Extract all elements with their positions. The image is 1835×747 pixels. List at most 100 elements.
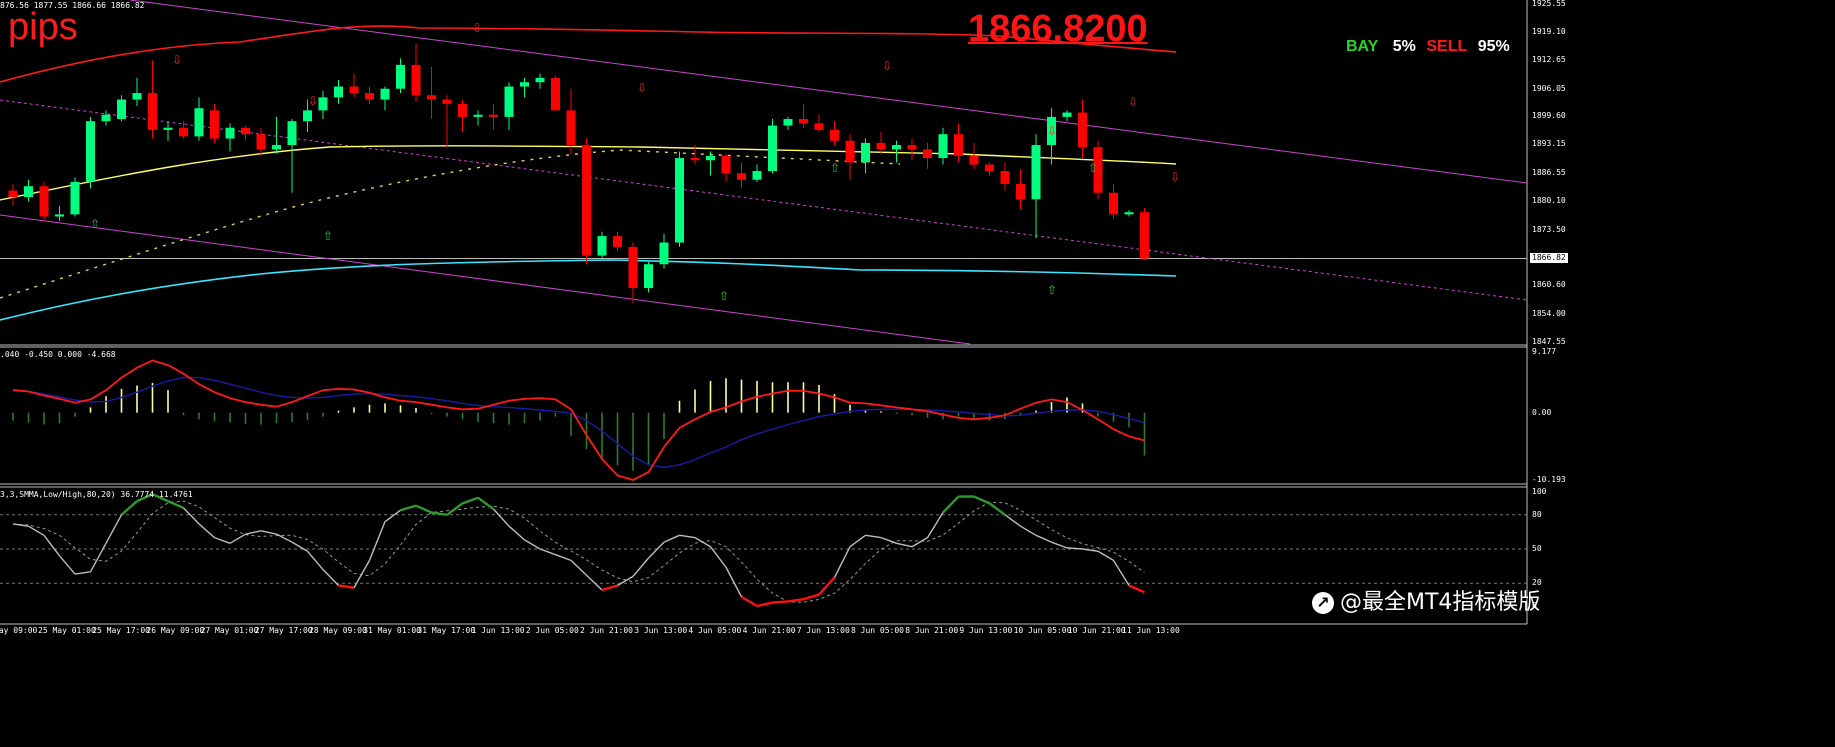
stochastic-main-segment: [400, 504, 417, 512]
stochastic-main-segment: [58, 555, 76, 575]
stochastic-main-segment: [1097, 550, 1114, 562]
candle-body: [1140, 212, 1149, 259]
price-tick-label: 1880.10: [1532, 195, 1566, 205]
stochastic-main-segment: [725, 566, 743, 598]
candle-body: [1124, 212, 1134, 215]
price-tick-label: 1906.05: [1532, 83, 1566, 93]
stochastic-main-segment: [74, 571, 91, 575]
stochastic-main-segment: [1082, 548, 1099, 552]
candle-body: [985, 164, 994, 172]
candle-body: [690, 158, 700, 161]
stochastic-main-segment: [911, 536, 928, 548]
candle: [117, 95, 126, 122]
candle: [86, 116, 95, 189]
stochastic-main-segment: [679, 534, 696, 539]
candle: [504, 82, 514, 130]
date-tick-label: May 09:00: [0, 626, 38, 635]
date-tick-label: 8 Jun 05:00: [851, 626, 904, 635]
candle: [380, 86, 390, 111]
candle: [876, 132, 886, 154]
candle-body: [830, 129, 839, 141]
date-tick-label: 8 Jun 21:00: [905, 626, 959, 635]
stochastic-main-segment: [772, 600, 789, 604]
price-tick-label: 1912.65: [1532, 54, 1566, 64]
candle-body: [210, 110, 219, 139]
stochastic-main-segment: [586, 574, 603, 591]
candle: [272, 116, 281, 154]
stochastic-tick-label: 100: [1532, 487, 1547, 496]
candle: [938, 127, 948, 165]
candle-body: [783, 119, 793, 126]
date-tick-label: 31 May 01:00: [363, 626, 421, 635]
candle: [659, 233, 669, 269]
candle: [566, 88, 576, 154]
date-tick-label: 27 May 17:00: [254, 626, 313, 635]
candle-body: [582, 145, 591, 256]
price-tick-label: 1847.55: [1532, 337, 1566, 346]
date-tick-label: 4 Jun 21:00: [742, 626, 796, 635]
candle: [132, 77, 142, 107]
stochastic-panel: [0, 493, 1527, 608]
candle: [148, 60, 157, 139]
macd-label: .040 -0.450 0.000 -4.668: [0, 350, 116, 359]
up-arrow-icon: ⇧: [323, 229, 333, 243]
macd-tick-label: 9.177: [1532, 347, 1557, 356]
candle-body: [287, 121, 297, 146]
stochastic-main-segment: [942, 495, 960, 514]
pips-label: pips: [8, 6, 78, 48]
stochastic-main-segment: [926, 512, 944, 538]
candle: [551, 75, 560, 111]
chart-frame: [0, 0, 1528, 625]
candle-body: [194, 108, 204, 137]
candle-body: [1062, 112, 1072, 117]
candle: [752, 164, 762, 182]
candle-body: [101, 114, 111, 122]
down-arrow-icon: ⇩: [637, 81, 647, 95]
stochastic-main-segment: [89, 542, 107, 573]
price-tick-label: 1886.55: [1532, 168, 1566, 177]
candle: [721, 153, 731, 182]
stochastic-main-segment: [1128, 584, 1145, 594]
candle: [783, 116, 793, 130]
stochastic-main-segment: [1020, 525, 1037, 536]
watermark-text: @最全MT4指标模版: [1340, 590, 1541, 615]
candle: [427, 67, 436, 120]
stochastic-main-segment: [865, 534, 882, 539]
candle-body: [272, 145, 281, 150]
candle-body: [349, 86, 359, 94]
stochastic-main-segment: [291, 541, 308, 552]
candle-body: [923, 149, 932, 159]
stochastic-tick-label: 50: [1532, 544, 1542, 553]
stochastic-main-segment: [880, 536, 897, 544]
down-arrow-icon: ⇩: [1170, 170, 1180, 184]
candle-body: [737, 173, 746, 180]
stochastic-main-segment: [694, 536, 711, 548]
candle-body: [380, 88, 390, 100]
stochastic-main-segment: [973, 495, 990, 505]
down-arrow-icon: ⇩: [472, 21, 482, 35]
candle-body: [706, 155, 715, 161]
candle-body: [179, 127, 188, 137]
candle-body: [969, 155, 979, 165]
candle-body: [318, 97, 328, 111]
candle: [1062, 110, 1072, 122]
chart-canvas[interactable]: ⇩ ⇩ ⇩ ⇩ ⇩ ⇩ ⇩ ⇩ ⇧ ⇧ ⇧ ⇧ ⇧ ⇧: [0, 0, 1568, 638]
candle: [396, 58, 405, 94]
candle-body: [520, 82, 529, 87]
candle-body: [768, 125, 777, 172]
candle: [210, 103, 219, 143]
candle: [582, 138, 591, 265]
stochastic-main-segment: [167, 500, 184, 510]
stochastic-main-segment: [28, 525, 45, 536]
candle-body: [86, 121, 95, 182]
stochastic-main-segment: [740, 595, 758, 608]
channel-lower-line: [0, 214, 971, 345]
stochastic-main-segment: [1051, 541, 1068, 549]
stochastic-main-segment: [105, 514, 123, 544]
candle-body: [241, 127, 250, 135]
current-price-display: 1866.8200: [968, 8, 1148, 50]
stochastic-main-segment: [756, 601, 773, 608]
candle-body: [721, 155, 731, 174]
candle-body: [659, 242, 669, 265]
candle: [225, 123, 235, 152]
